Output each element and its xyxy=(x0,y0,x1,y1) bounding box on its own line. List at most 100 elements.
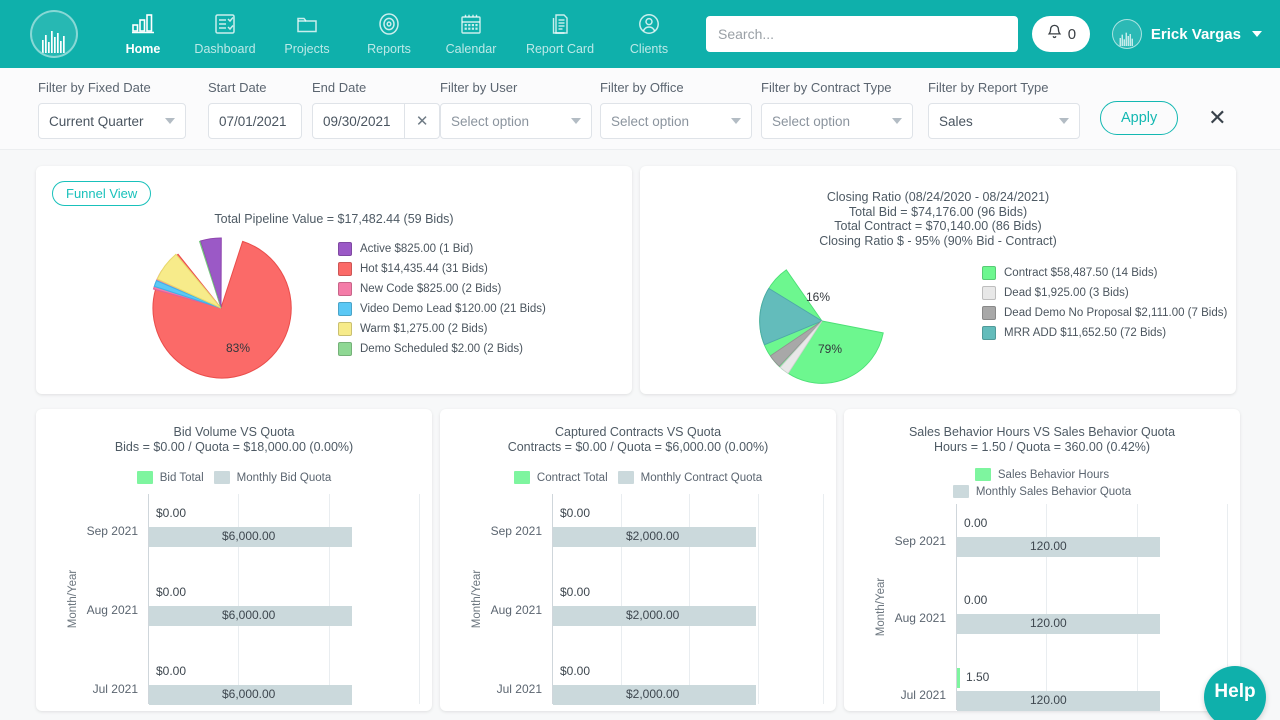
chevron-down-icon xyxy=(165,118,175,124)
nav-item-clients[interactable]: Clients xyxy=(608,6,690,62)
nav-item-projects[interactable]: Projects xyxy=(266,6,348,62)
closing-slice-label-contract: 79% xyxy=(818,342,843,356)
funnel-view-button[interactable]: Funnel View xyxy=(52,181,152,206)
user-menu[interactable]: Erick Vargas xyxy=(1111,19,1262,49)
closing-pie-chart: 16% 79% xyxy=(757,256,887,386)
start-date-input[interactable]: 07/01/2021 xyxy=(208,103,302,139)
category-label: Aug 2021 xyxy=(86,603,138,617)
legend-item[interactable]: Monthly Sales Behavior Quota xyxy=(952,485,1132,498)
legend-swatch-demo-scheduled xyxy=(338,341,352,356)
nav-label-reports: Reports xyxy=(367,42,411,56)
contract-title-line-2: Contracts = $0.00 / Quota = $6,000.00 (0… xyxy=(507,440,769,454)
legend-label: Dead Demo No Proposal $2,111.00 (7 Bids) xyxy=(1004,307,1228,319)
office-select[interactable]: Select option xyxy=(600,103,752,139)
behavior-plot: Month/Year Sep 2021 0.00 120.00 Aug 2021… xyxy=(844,504,1240,711)
bar-label: $2,000.00 xyxy=(625,608,680,622)
legend-item[interactable]: Dead $1,925.00 (3 Bids) xyxy=(982,286,1227,300)
help-button[interactable]: Help xyxy=(1204,666,1266,720)
legend-item[interactable]: Video Demo Lead $120.00 (21 Bids) xyxy=(338,301,546,316)
card-closing-ratio: Closing Ratio (08/24/2020 - 08/24/2021) … xyxy=(640,166,1236,394)
nav-item-dashboard[interactable]: Dashboard xyxy=(184,6,266,62)
legend-item[interactable]: Warm $1,275.00 (2 Bids) xyxy=(338,321,546,336)
contract-title-line-1: Captured Contracts VS Quota xyxy=(554,425,722,439)
x-icon: ✕ xyxy=(1208,105,1227,130)
legend-label: Bid Total xyxy=(159,471,204,484)
chevron-down-icon xyxy=(1252,31,1262,37)
contract-type-select[interactable]: Select option xyxy=(761,103,913,139)
user-circle-icon xyxy=(637,9,661,39)
user-select[interactable]: Select option xyxy=(440,103,592,139)
pipeline-slice-label-hot: 83% xyxy=(226,340,251,355)
bid-legend: Bid Total Monthly Bid Quota xyxy=(36,471,432,484)
filter-label-contract-type: Filter by Contract Type xyxy=(761,80,892,95)
nav-item-report-card[interactable]: Report Card xyxy=(512,6,608,62)
end-date-value: 09/30/2021 xyxy=(323,113,391,129)
contract-legend: Contract Total Monthly Contract Quota xyxy=(440,471,836,484)
legend-item[interactable]: Monthly Bid Quota xyxy=(213,471,331,484)
bar-label: $0.00 xyxy=(560,664,591,678)
bid-title-line-1: Bid Volume VS Quota xyxy=(173,425,295,439)
report-type-select[interactable]: Sales xyxy=(928,103,1080,139)
clear-end-date-button[interactable]: ✕ xyxy=(404,103,440,139)
bar-sales-behavior-hours[interactable] xyxy=(957,668,960,688)
legend-swatch-sales-behavior-hours xyxy=(974,468,991,481)
apply-button[interactable]: Apply xyxy=(1100,101,1179,135)
legend-item[interactable]: Demo Scheduled $2.00 (2 Bids) xyxy=(338,341,546,356)
notification-count: 0 xyxy=(1067,25,1077,43)
nav-label-projects: Projects xyxy=(284,42,330,56)
bar-label: $0.00 xyxy=(560,585,591,599)
filter-group-fixed-date: Filter by Fixed Date Current Quarter xyxy=(38,80,208,139)
closing-pie-svg xyxy=(759,269,884,384)
legend-swatch-warm xyxy=(338,321,352,336)
legend-item[interactable]: Contract Total xyxy=(513,471,608,484)
legend-item[interactable]: New Code $825.00 (2 Bids) xyxy=(338,281,546,296)
legend-label: MRR ADD $11,652.50 (72 Bids) xyxy=(1004,327,1167,339)
brand-waveform-logo-icon[interactable] xyxy=(30,10,78,58)
fixed-date-select[interactable]: Current Quarter xyxy=(38,103,186,139)
contract-chart-title: Captured Contracts VS Quota Contracts = … xyxy=(440,409,836,455)
bar-label: $0.00 xyxy=(156,506,187,520)
legend-item[interactable]: Contract $58,487.50 (14 Bids) xyxy=(982,266,1227,280)
close-filters-button[interactable]: ✕ xyxy=(1200,101,1234,135)
closing-legend: Contract $58,487.50 (14 Bids) Dead $1,92… xyxy=(982,266,1227,340)
end-date-input[interactable]: 09/30/2021 xyxy=(312,103,406,139)
nav-label-clients: Clients xyxy=(629,42,669,56)
bar-label: 120.00 xyxy=(1029,616,1067,630)
fixed-date-value: Current Quarter xyxy=(49,113,144,129)
folder-icon xyxy=(295,9,319,39)
legend-item[interactable]: Dead Demo No Proposal $2,111.00 (7 Bids) xyxy=(982,306,1227,320)
notifications-button[interactable]: 0 xyxy=(1031,16,1090,52)
office-select-value: Select option xyxy=(611,113,690,129)
nav-label-dashboard: Dashboard xyxy=(194,42,256,56)
legend-swatch-video-demo-lead xyxy=(338,301,352,316)
legend-item[interactable]: Sales Behavior Hours xyxy=(974,468,1109,481)
legend-item[interactable]: Bid Total xyxy=(136,471,204,484)
category-label: Sep 2021 xyxy=(894,534,946,548)
legend-item[interactable]: Monthly Contract Quota xyxy=(617,471,762,484)
legend-swatch-new-code xyxy=(338,281,352,296)
legend-label: Dead $1,925.00 (3 Bids) xyxy=(1004,287,1129,299)
bar-label: 120.00 xyxy=(1029,539,1067,553)
filter-group-user: Filter by User Select option xyxy=(440,80,600,139)
bar-chart-icon xyxy=(130,9,156,39)
nav-item-reports[interactable]: Reports xyxy=(348,6,430,62)
bar-group-aug-2021: Aug 2021 $0.00 $2,000.00 xyxy=(491,573,826,643)
legend-swatch-mrr-add xyxy=(982,326,996,340)
legend-item[interactable]: Hot $14,435.44 (31 Bids) xyxy=(338,261,546,276)
search-input[interactable] xyxy=(706,16,1018,52)
end-date-combo: 09/30/2021 ✕ xyxy=(312,103,440,139)
bar-label: $6,000.00 xyxy=(221,687,276,701)
legend-item[interactable]: Active $825.00 (1 Bid) xyxy=(338,241,546,256)
legend-label: Monthly Sales Behavior Quota xyxy=(975,485,1132,498)
legend-label: Contract Total xyxy=(536,471,608,484)
legend-item[interactable]: MRR ADD $11,652.50 (72 Bids) xyxy=(982,326,1227,340)
filter-group-contract-type: Filter by Contract Type Select option xyxy=(761,80,928,139)
contract-y-axis-label: Month/Year xyxy=(471,569,484,629)
nav-item-calendar[interactable]: Calendar xyxy=(430,6,512,62)
card-sales-behavior-hours-vs-quota: Sales Behavior Hours VS Sales Behavior Q… xyxy=(844,409,1240,711)
nav-item-home[interactable]: Home xyxy=(102,6,184,62)
contract-plot-area: Sep 2021 $0.00 $2,000.00 Aug 2021 $0.00 … xyxy=(491,494,826,705)
bar-group-sep-2021: Sep 2021 0.00 120.00 xyxy=(895,504,1230,574)
filter-label-report-type: Filter by Report Type xyxy=(928,80,1049,95)
bid-plot: Month/Year Sep 2021 $0.00 $6,000.00 Aug … xyxy=(36,494,432,705)
